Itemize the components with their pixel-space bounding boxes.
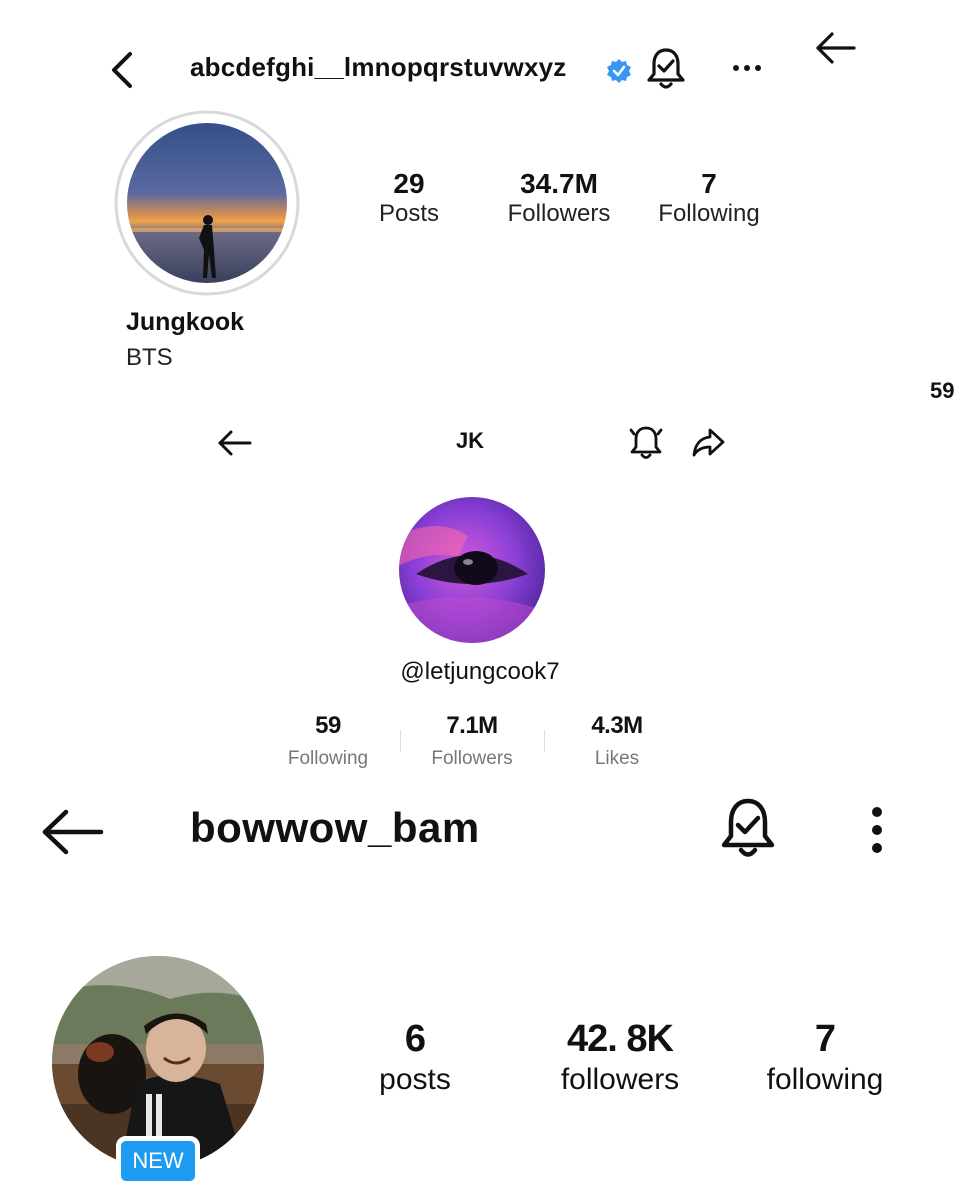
verified-badge-icon [606,58,632,84]
stat-value: 7 [701,168,717,199]
stat-posts[interactable]: 29 Posts [329,168,489,228]
stat-value: 34.7M [520,168,598,199]
stat-value: 7.1M [446,712,498,739]
notification-bell-icon[interactable] [626,422,666,462]
stat-label: posts [379,1063,451,1096]
stat-label: Posts [378,200,440,227]
stat-posts[interactable]: 6 posts [315,1018,515,1097]
divider [544,730,545,752]
stat-value: 42. 8K [567,1018,674,1060]
profile-username: bowwow_bam [190,804,480,851]
stat-followers[interactable]: 34.7M Followers [479,168,639,228]
stat-label: Following [658,200,760,227]
stat-label: followers [560,1063,680,1096]
page-title: JK [455,428,485,453]
share-icon[interactable] [690,424,726,460]
cropped-text-fragment: 59 [930,378,955,403]
stat-following[interactable]: 7 following [725,1018,925,1097]
new-badge: NEW [116,1136,200,1186]
stat-followers[interactable]: 7.1M Followers [407,712,537,770]
stat-label: Followers [431,748,513,769]
profile-username: abcdefghi__lmnopqrstuvwxyz [190,52,567,82]
back-arrow-icon[interactable] [40,806,106,858]
notification-bell-icon[interactable] [645,46,687,92]
more-horizontal-icon[interactable] [732,60,762,76]
back-arrow-icon[interactable] [216,428,254,458]
stat-likes[interactable]: 4.3M Likes [552,712,682,770]
more-vertical-icon[interactable] [868,806,886,856]
divider [400,730,401,752]
profile-bio: BTS [126,344,173,371]
notification-bell-icon[interactable] [718,796,778,862]
back-chevron-icon[interactable] [108,50,138,90]
back-arrow-icon[interactable] [814,30,858,66]
stat-following[interactable]: 59 Following [263,712,393,770]
stat-following[interactable]: 7 Following [629,168,789,228]
stat-value: 7 [814,1018,836,1060]
profile-handle: @letjungcook7 [400,658,560,685]
stat-value: 29 [393,168,425,199]
avatar[interactable] [398,496,546,644]
stat-label: Following [287,748,369,769]
stat-followers[interactable]: 42. 8K followers [520,1018,720,1097]
stat-label: Followers [507,200,611,227]
stat-label: Likes [594,748,640,769]
stat-value: 6 [404,1018,426,1060]
avatar[interactable] [114,110,300,296]
stat-label: following [766,1063,884,1096]
profile-name: Jungkook [126,308,245,336]
stat-value: 59 [315,712,341,739]
stat-value: 4.3M [591,712,643,739]
